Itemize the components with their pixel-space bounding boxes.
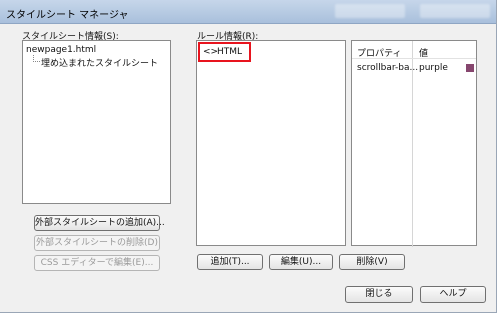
tag-icon: <> (203, 47, 219, 57)
rule-list[interactable]: <> HTML (196, 40, 346, 246)
stylesheet-tree[interactable]: newpage1.html 埋め込まれたスタイルシート (22, 40, 171, 204)
window-title: スタイルシート マネージャ (6, 10, 129, 21)
property-grid[interactable]: プロパティ 値 scrollbar-ba... purple (351, 40, 477, 247)
rule-item-html[interactable]: <> HTML (198, 42, 251, 62)
color-swatch (466, 64, 474, 72)
rule-item-label: HTML (217, 47, 243, 57)
stylesheet-manager-window: スタイルシート マネージャ スタイルシート情報(S): newpage1.htm… (0, 0, 497, 313)
header-divider (352, 58, 476, 59)
close-button[interactable]: 閉じる (345, 286, 413, 303)
delete-rule-button[interactable]: 削除(V) (339, 254, 405, 270)
title-bar: スタイルシート マネージャ (0, 0, 496, 24)
add-external-stylesheet-button[interactable]: 外部スタイルシートの追加(A)... (34, 215, 165, 231)
add-rule-button[interactable]: 追加(T)... (197, 254, 263, 270)
blurred-background-element (335, 4, 405, 18)
property-row[interactable]: scrollbar-ba... purple (352, 62, 476, 74)
property-name: scrollbar-ba... (357, 63, 419, 73)
property-value: purple (419, 63, 448, 73)
help-button[interactable]: ヘルプ (420, 286, 486, 303)
blurred-background-element (420, 4, 490, 18)
tree-item-newpage1[interactable]: newpage1.html (26, 45, 96, 55)
tree-connector (33, 55, 40, 62)
remove-external-stylesheet-button[interactable]: 外部スタイルシートの削除(D) (34, 235, 160, 251)
edit-rule-button[interactable]: 編集(U)... (269, 254, 333, 270)
tree-item-embedded-stylesheet[interactable]: 埋め込まれたスタイルシート (41, 56, 158, 69)
edit-in-css-editor-button[interactable]: CSS エディターで編集(E)... (34, 255, 160, 271)
